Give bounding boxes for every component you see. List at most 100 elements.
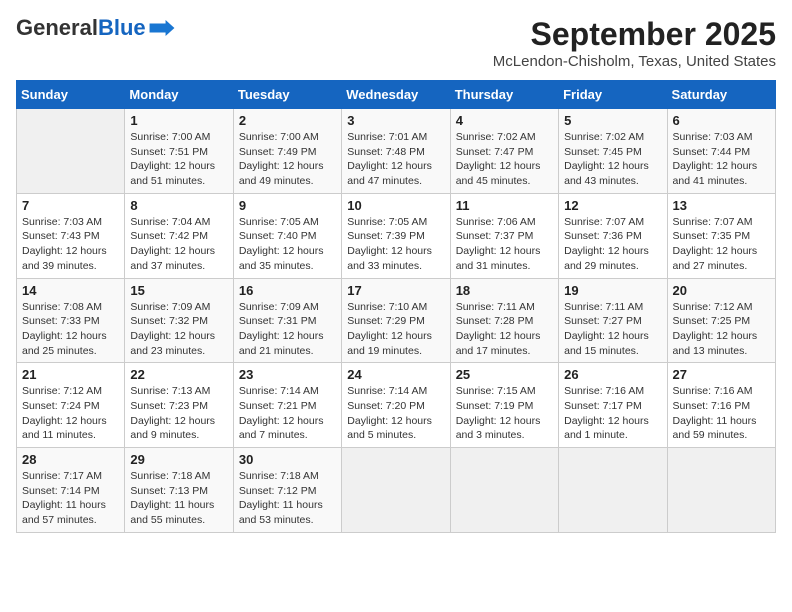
calendar-cell: 24 Sunrise: 7:14 AM Sunset: 7:20 PM Dayli… — [342, 363, 450, 448]
day-info: Sunrise: 7:02 AM Sunset: 7:45 PM Dayligh… — [564, 130, 661, 189]
day-info: Sunrise: 7:03 AM Sunset: 7:44 PM Dayligh… — [673, 130, 770, 189]
day-info: Sunrise: 7:13 AM Sunset: 7:23 PM Dayligh… — [130, 384, 227, 443]
logo-text: GeneralBlue — [16, 16, 146, 40]
day-info: Sunrise: 7:09 AM Sunset: 7:32 PM Dayligh… — [130, 300, 227, 359]
calendar-cell: 6 Sunrise: 7:03 AM Sunset: 7:44 PM Daylig… — [667, 109, 775, 194]
day-number: 27 — [673, 367, 770, 382]
day-number: 1 — [130, 113, 227, 128]
day-info: Sunrise: 7:12 AM Sunset: 7:25 PM Dayligh… — [673, 300, 770, 359]
day-info: Sunrise: 7:00 AM Sunset: 7:51 PM Dayligh… — [130, 130, 227, 189]
weekday-header: Sunday — [17, 81, 125, 109]
day-number: 8 — [130, 198, 227, 213]
day-number: 10 — [347, 198, 444, 213]
calendar-cell: 7 Sunrise: 7:03 AM Sunset: 7:43 PM Daylig… — [17, 193, 125, 278]
day-info: Sunrise: 7:05 AM Sunset: 7:39 PM Dayligh… — [347, 215, 444, 274]
calendar-cell: 25 Sunrise: 7:15 AM Sunset: 7:19 PM Dayli… — [450, 363, 558, 448]
calendar-cell — [17, 109, 125, 194]
day-info: Sunrise: 7:00 AM Sunset: 7:49 PM Dayligh… — [239, 130, 336, 189]
weekday-header: Monday — [125, 81, 233, 109]
day-number: 5 — [564, 113, 661, 128]
day-number: 30 — [239, 452, 336, 467]
calendar-cell: 27 Sunrise: 7:16 AM Sunset: 7:16 PM Dayli… — [667, 363, 775, 448]
day-number: 6 — [673, 113, 770, 128]
day-info: Sunrise: 7:17 AM Sunset: 7:14 PM Dayligh… — [22, 469, 119, 528]
calendar-cell — [559, 448, 667, 533]
day-info: Sunrise: 7:12 AM Sunset: 7:24 PM Dayligh… — [22, 384, 119, 443]
day-info: Sunrise: 7:14 AM Sunset: 7:21 PM Dayligh… — [239, 384, 336, 443]
calendar-cell: 28 Sunrise: 7:17 AM Sunset: 7:14 PM Dayli… — [17, 448, 125, 533]
day-number: 20 — [673, 283, 770, 298]
title-area: September 2025 McLendon-Chisholm, Texas,… — [493, 16, 776, 70]
day-number: 11 — [456, 198, 553, 213]
day-info: Sunrise: 7:03 AM Sunset: 7:43 PM Dayligh… — [22, 215, 119, 274]
calendar-cell: 15 Sunrise: 7:09 AM Sunset: 7:32 PM Dayli… — [125, 278, 233, 363]
calendar-cell: 26Sunrise: 7:16 AM Sunset: 7:17 PM Dayli… — [559, 363, 667, 448]
day-info: Sunrise: 7:06 AM Sunset: 7:37 PM Dayligh… — [456, 215, 553, 274]
weekday-header: Friday — [559, 81, 667, 109]
day-info: Sunrise: 7:18 AM Sunset: 7:12 PM Dayligh… — [239, 469, 336, 528]
calendar-header: SundayMondayTuesdayWednesdayThursdayFrid… — [17, 81, 776, 109]
month-title: September 2025 — [493, 16, 776, 53]
location-title: McLendon-Chisholm, Texas, United States — [493, 53, 776, 70]
day-number: 16 — [239, 283, 336, 298]
day-info: Sunrise: 7:05 AM Sunset: 7:40 PM Dayligh… — [239, 215, 336, 274]
calendar-cell: 8 Sunrise: 7:04 AM Sunset: 7:42 PM Daylig… — [125, 193, 233, 278]
day-number: 15 — [130, 283, 227, 298]
day-number: 12 — [564, 198, 661, 213]
calendar-cell: 29 Sunrise: 7:18 AM Sunset: 7:13 PM Dayli… — [125, 448, 233, 533]
day-info: Sunrise: 7:11 AM Sunset: 7:28 PM Dayligh… — [456, 300, 553, 359]
calendar-cell: 11 Sunrise: 7:06 AM Sunset: 7:37 PM Dayli… — [450, 193, 558, 278]
weekday-header: Thursday — [450, 81, 558, 109]
day-info: Sunrise: 7:16 AM Sunset: 7:16 PM Dayligh… — [673, 384, 770, 443]
calendar-cell: 1 Sunrise: 7:00 AM Sunset: 7:51 PM Daylig… — [125, 109, 233, 194]
day-number: 28 — [22, 452, 119, 467]
calendar-cell: 20 Sunrise: 7:12 AM Sunset: 7:25 PM Dayli… — [667, 278, 775, 363]
day-info: Sunrise: 7:01 AM Sunset: 7:48 PM Dayligh… — [347, 130, 444, 189]
calendar-cell: 9 Sunrise: 7:05 AM Sunset: 7:40 PM Daylig… — [233, 193, 341, 278]
day-info: Sunrise: 7:11 AM Sunset: 7:27 PM Dayligh… — [564, 300, 661, 359]
weekday-header: Saturday — [667, 81, 775, 109]
calendar-cell: 14Sunrise: 7:08 AM Sunset: 7:33 PM Dayli… — [17, 278, 125, 363]
calendar-cell — [342, 448, 450, 533]
calendar-week-row: 14Sunrise: 7:08 AM Sunset: 7:33 PM Dayli… — [17, 278, 776, 363]
calendar-cell: 12 Sunrise: 7:07 AM Sunset: 7:36 PM Dayli… — [559, 193, 667, 278]
calendar-cell: 10 Sunrise: 7:05 AM Sunset: 7:39 PM Dayli… — [342, 193, 450, 278]
logo: GeneralBlue — [16, 16, 176, 40]
day-number: 17 — [347, 283, 444, 298]
day-info: Sunrise: 7:14 AM Sunset: 7:20 PM Dayligh… — [347, 384, 444, 443]
day-number: 3 — [347, 113, 444, 128]
logo-icon — [148, 20, 176, 36]
calendar-cell: 3 Sunrise: 7:01 AM Sunset: 7:48 PM Daylig… — [342, 109, 450, 194]
day-number: 21 — [22, 367, 119, 382]
day-number: 13 — [673, 198, 770, 213]
day-info: Sunrise: 7:10 AM Sunset: 7:29 PM Dayligh… — [347, 300, 444, 359]
day-number: 25 — [456, 367, 553, 382]
calendar-cell: 2Sunrise: 7:00 AM Sunset: 7:49 PM Daylig… — [233, 109, 341, 194]
weekday-header: Wednesday — [342, 81, 450, 109]
calendar-cell: 13Sunrise: 7:07 AM Sunset: 7:35 PM Dayli… — [667, 193, 775, 278]
day-info: Sunrise: 7:18 AM Sunset: 7:13 PM Dayligh… — [130, 469, 227, 528]
day-number: 7 — [22, 198, 119, 213]
day-info: Sunrise: 7:15 AM Sunset: 7:19 PM Dayligh… — [456, 384, 553, 443]
calendar-cell: 17 Sunrise: 7:10 AM Sunset: 7:29 PM Dayli… — [342, 278, 450, 363]
day-info: Sunrise: 7:07 AM Sunset: 7:36 PM Dayligh… — [564, 215, 661, 274]
calendar-cell: 21 Sunrise: 7:12 AM Sunset: 7:24 PM Dayli… — [17, 363, 125, 448]
calendar-cell — [450, 448, 558, 533]
day-info: Sunrise: 7:02 AM Sunset: 7:47 PM Dayligh… — [456, 130, 553, 189]
day-info: Sunrise: 7:09 AM Sunset: 7:31 PM Dayligh… — [239, 300, 336, 359]
calendar-cell: 16 Sunrise: 7:09 AM Sunset: 7:31 PM Dayli… — [233, 278, 341, 363]
day-number: 24 — [347, 367, 444, 382]
calendar-cell: 23Sunrise: 7:14 AM Sunset: 7:21 PM Dayli… — [233, 363, 341, 448]
day-number: 29 — [130, 452, 227, 467]
day-number: 9 — [239, 198, 336, 213]
calendar-cell — [667, 448, 775, 533]
calendar-cell: 30 Sunrise: 7:18 AM Sunset: 7:12 PM Dayli… — [233, 448, 341, 533]
day-number: 26 — [564, 367, 661, 382]
day-number: 4 — [456, 113, 553, 128]
calendar-week-row: 1 Sunrise: 7:00 AM Sunset: 7:51 PM Daylig… — [17, 109, 776, 194]
day-info: Sunrise: 7:04 AM Sunset: 7:42 PM Dayligh… — [130, 215, 227, 274]
calendar-cell: 19Sunrise: 7:11 AM Sunset: 7:27 PM Dayli… — [559, 278, 667, 363]
calendar-week-row: 28 Sunrise: 7:17 AM Sunset: 7:14 PM Dayli… — [17, 448, 776, 533]
calendar-week-row: 21 Sunrise: 7:12 AM Sunset: 7:24 PM Dayli… — [17, 363, 776, 448]
calendar-cell: 5 Sunrise: 7:02 AM Sunset: 7:45 PM Daylig… — [559, 109, 667, 194]
